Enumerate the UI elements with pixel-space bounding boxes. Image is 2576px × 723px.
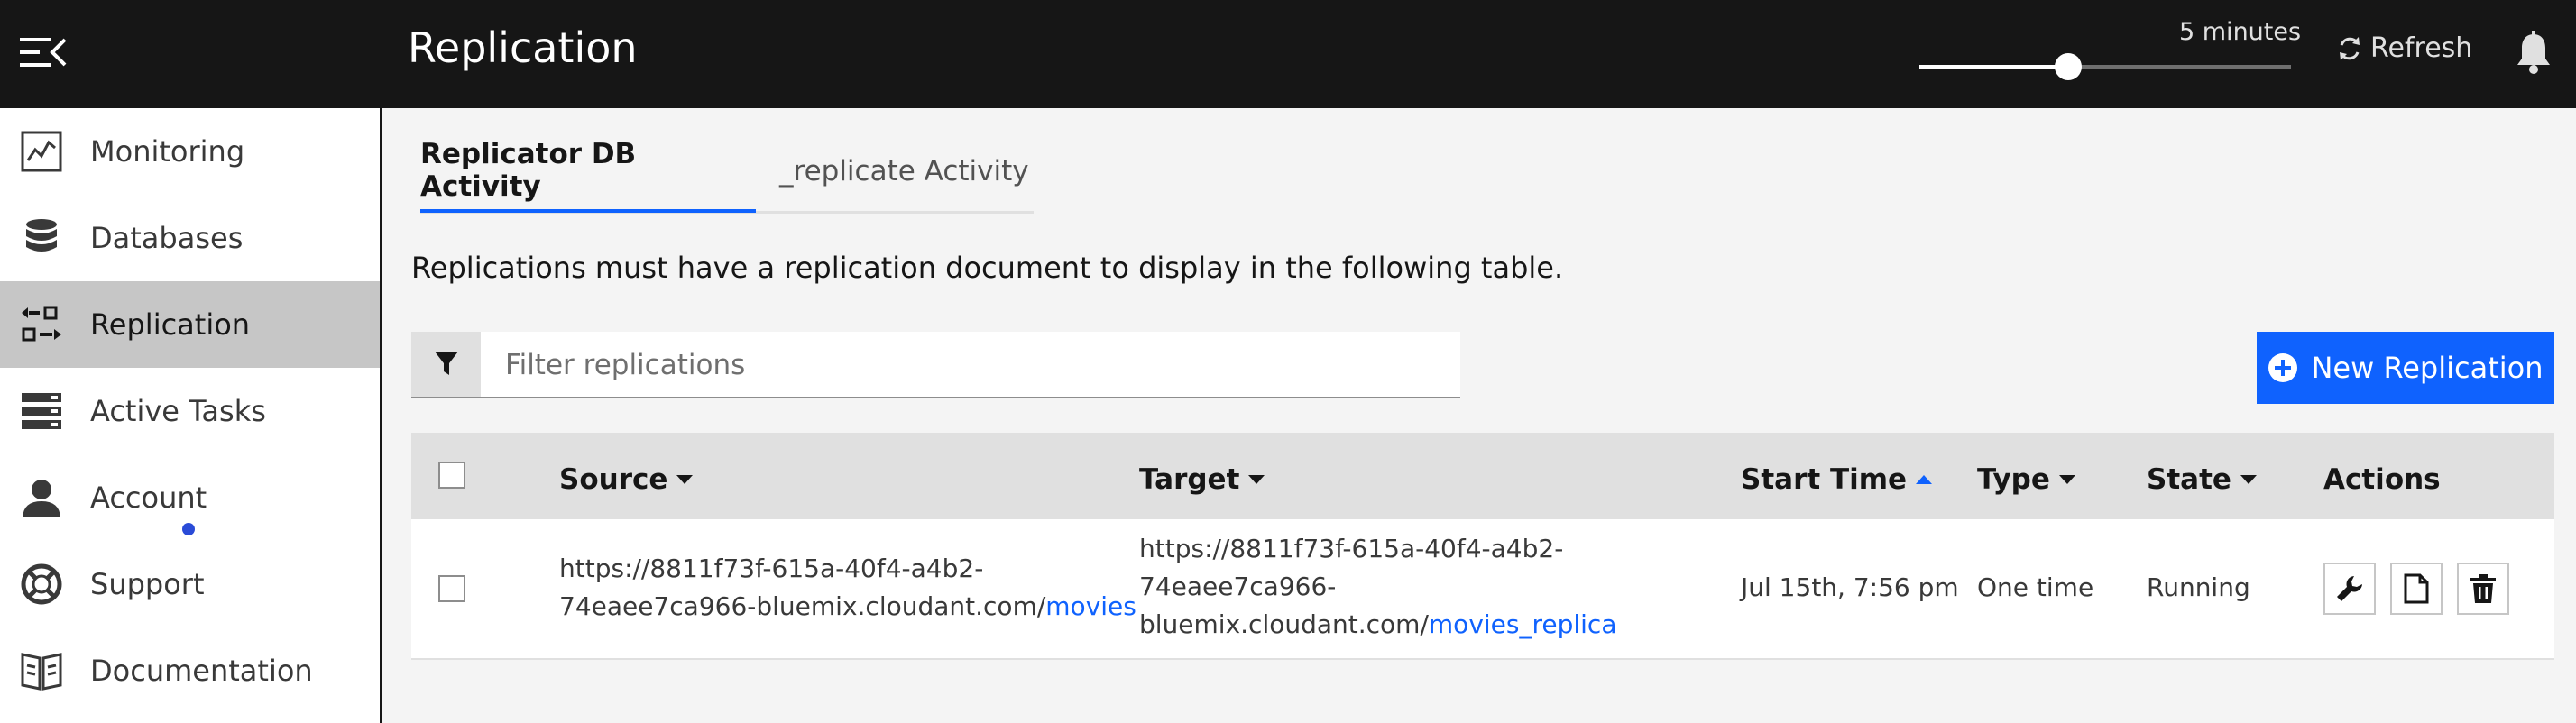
monitoring-icon	[21, 131, 62, 172]
delete-replication-button[interactable]	[2457, 563, 2509, 615]
filter-box	[411, 332, 1460, 398]
new-replication-label: New Replication	[2311, 351, 2544, 385]
column-header-source[interactable]: Source	[559, 463, 694, 496]
document-icon	[2404, 573, 2429, 604]
tab-replicate-activity[interactable]: _replicate Activity	[779, 132, 1029, 211]
column-header-state[interactable]: State	[2147, 463, 2257, 496]
sidebar-item-label: Account	[90, 480, 207, 515]
state-cell: Running	[2147, 572, 2250, 602]
support-icon	[21, 563, 62, 605]
add-circle-icon	[2268, 353, 2298, 382]
filter-icon-container	[411, 332, 481, 397]
trash-icon	[2470, 574, 2496, 603]
target-db-link[interactable]: movies_replica	[1429, 609, 1617, 639]
column-header-label: Type	[1977, 463, 2050, 496]
source-url-part: 74eaee7ca966-bluemix.cloudant.com/	[559, 591, 1046, 621]
sort-desc-icon	[676, 475, 694, 484]
view-document-button[interactable]	[2390, 563, 2443, 615]
slider-thumb[interactable]	[2054, 53, 2082, 80]
sidebar-item-label: Documentation	[90, 654, 313, 688]
activity-tabs: Replicator DB Activity _replicate Activi…	[420, 132, 1034, 214]
column-header-start-time[interactable]: Start Time	[1741, 463, 1933, 496]
refresh-label: Refresh	[2370, 32, 2473, 64]
sort-desc-icon	[1248, 475, 1265, 484]
type-cell: One time	[1977, 572, 2094, 602]
column-header-label: Source	[559, 463, 668, 496]
start-time-cell: Jul 15th, 7:56 pm	[1741, 572, 1959, 602]
target-url-line: 74eaee7ca966-	[1139, 572, 1337, 601]
select-all-checkbox[interactable]	[438, 462, 465, 489]
active-tasks-icon	[22, 393, 61, 429]
edit-replication-button[interactable]	[2323, 563, 2376, 615]
sidebar-item-support[interactable]: Support	[0, 541, 380, 627]
collapse-menu-icon[interactable]	[20, 34, 67, 70]
column-header-label: Target	[1139, 463, 1240, 496]
top-bar: Replication 5 minutes Refresh	[0, 0, 2576, 108]
sidebar-item-monitoring[interactable]: Monitoring	[0, 108, 380, 195]
column-header-type[interactable]: Type	[1977, 463, 2075, 496]
sidebar-item-label: Databases	[90, 221, 244, 255]
database-icon	[26, 219, 57, 252]
sidebar-item-label: Replication	[90, 307, 251, 342]
row-checkbox[interactable]	[438, 575, 465, 602]
source-url-line: https://8811f73f-615a-40f4-a4b2-	[559, 554, 984, 583]
sort-asc-icon	[1916, 475, 1933, 484]
sidebar-item-label: Support	[90, 567, 205, 601]
slider-fill	[1919, 65, 2068, 69]
sidebar-nav: Monitoring Databases Replication Active …	[0, 108, 382, 723]
replication-icon	[22, 306, 61, 342]
polling-interval-slider[interactable]	[1919, 52, 2291, 81]
sidebar-item-label: Active Tasks	[90, 394, 266, 428]
table-row: https://8811f73f-615a-40f4-a4b2- 74eaee7…	[411, 519, 2554, 660]
sort-desc-icon	[2058, 475, 2075, 484]
sidebar-item-documentation[interactable]: Documentation	[0, 627, 380, 714]
sidebar-item-active-tasks[interactable]: Active Tasks	[0, 368, 380, 454]
replications-table: Source Target Start Time Type State Acti…	[411, 433, 2554, 660]
page-title: Replication	[408, 23, 638, 72]
column-header-label: Start Time	[1741, 463, 1908, 496]
sidebar-item-databases[interactable]: Databases	[0, 195, 380, 281]
notifications-bell-icon[interactable]	[2513, 31, 2554, 76]
source-db-link[interactable]: movies	[1045, 591, 1136, 621]
refresh-icon	[2340, 36, 2360, 60]
table-header: Source Target Start Time Type State Acti…	[411, 433, 2554, 519]
wrench-icon	[2337, 576, 2362, 601]
column-header-actions: Actions	[2323, 463, 2441, 496]
sort-desc-icon	[2240, 475, 2257, 484]
source-cell: https://8811f73f-615a-40f4-a4b2- 74eaee7…	[559, 550, 1136, 626]
info-text: Replications must have a replication doc…	[411, 251, 1564, 285]
sidebar-item-replication[interactable]: Replication	[0, 281, 380, 368]
filter-icon	[434, 352, 458, 375]
filter-input[interactable]	[503, 332, 1445, 398]
target-url-part: bluemix.cloudant.com/	[1139, 609, 1429, 639]
mouse-cursor-indicator	[182, 523, 195, 535]
polling-interval-label: 5 minutes	[2179, 18, 2302, 46]
column-header-label: State	[2147, 463, 2231, 496]
refresh-button[interactable]: Refresh	[2336, 32, 2472, 64]
target-url-line: bluemix.cloudant.com/movies_replica	[1139, 606, 1616, 644]
target-url-line: https://8811f73f-615a-40f4-a4b2-	[1139, 534, 1564, 563]
source-url-line: 74eaee7ca966-bluemix.cloudant.com/movies	[559, 588, 1136, 626]
column-header-label: Actions	[2323, 463, 2441, 496]
tab-replicator-db-activity[interactable]: Replicator DB Activity	[420, 132, 756, 213]
documentation-icon	[21, 653, 62, 691]
account-icon	[23, 480, 60, 517]
target-cell: https://8811f73f-615a-40f4-a4b2- 74eaee7…	[1139, 530, 1616, 644]
sidebar-item-label: Monitoring	[90, 134, 245, 169]
column-header-target[interactable]: Target	[1139, 463, 1265, 496]
new-replication-button[interactable]: New Replication	[2257, 332, 2554, 404]
